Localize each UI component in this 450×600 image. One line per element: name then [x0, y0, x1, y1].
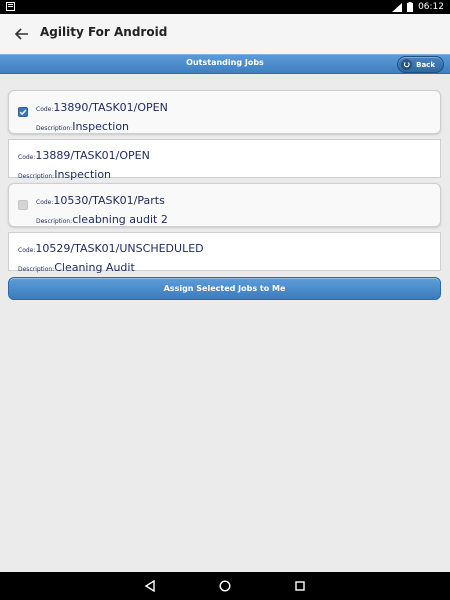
notification-icon [6, 2, 15, 11]
back-circle-icon [401, 59, 413, 70]
assign-jobs-button[interactable]: Assign Selected Jobs to Me [8, 277, 441, 300]
description-label: Description: [18, 173, 55, 180]
description-label: Description: [36, 218, 73, 225]
job-code: 13889/TASK01/OPEN [35, 149, 150, 162]
signal-icon [392, 2, 403, 12]
nav-recents-icon[interactable] [291, 577, 309, 595]
nav-back-icon[interactable] [141, 577, 159, 595]
app-bar: Agility For Android [0, 14, 450, 54]
code-label: Code: [18, 154, 36, 161]
job-item[interactable]: Code:13889/TASK01/OPEN Description:Inspe… [8, 139, 441, 181]
job-checkbox[interactable] [18, 107, 28, 117]
battery-icon [407, 2, 414, 12]
job-description: cleabning audit 2 [72, 213, 168, 226]
code-label: Code: [36, 199, 54, 206]
job-item[interactable]: Code:10529/TASK01/UNSCHEDULED Descriptio… [8, 232, 441, 274]
job-description: Cleaning Audit [54, 261, 135, 274]
back-button-label: Back [416, 60, 435, 69]
navigation-bar [0, 572, 450, 600]
code-label: Code: [18, 247, 36, 254]
job-checkbox[interactable] [18, 200, 28, 210]
code-label: Code: [36, 106, 54, 113]
job-code: 10529/TASK01/UNSCHEDULED [35, 242, 204, 255]
job-description: Inspection [54, 168, 112, 181]
description-label: Description: [18, 266, 55, 273]
job-item[interactable]: Code:10530/TASK01/Parts Description:clea… [8, 183, 441, 227]
nav-home-icon[interactable] [216, 577, 234, 595]
job-item[interactable]: Code:13890/TASK01/OPEN Description:Inspe… [8, 90, 441, 134]
back-button[interactable]: Back [397, 56, 444, 73]
status-time: 06:12 [418, 2, 444, 12]
job-description: Inspection [72, 120, 130, 133]
back-arrow-icon[interactable] [12, 24, 32, 44]
description-label: Description: [36, 125, 73, 132]
page-header: Outstanding Jobs Back [0, 54, 450, 74]
job-code: 13890/TASK01/OPEN [53, 101, 168, 114]
page-title: Outstanding Jobs [186, 58, 264, 67]
status-bar: 06:12 [0, 0, 450, 14]
job-code: 10530/TASK01/Parts [53, 194, 165, 207]
app-title: Agility For Android [40, 25, 168, 39]
